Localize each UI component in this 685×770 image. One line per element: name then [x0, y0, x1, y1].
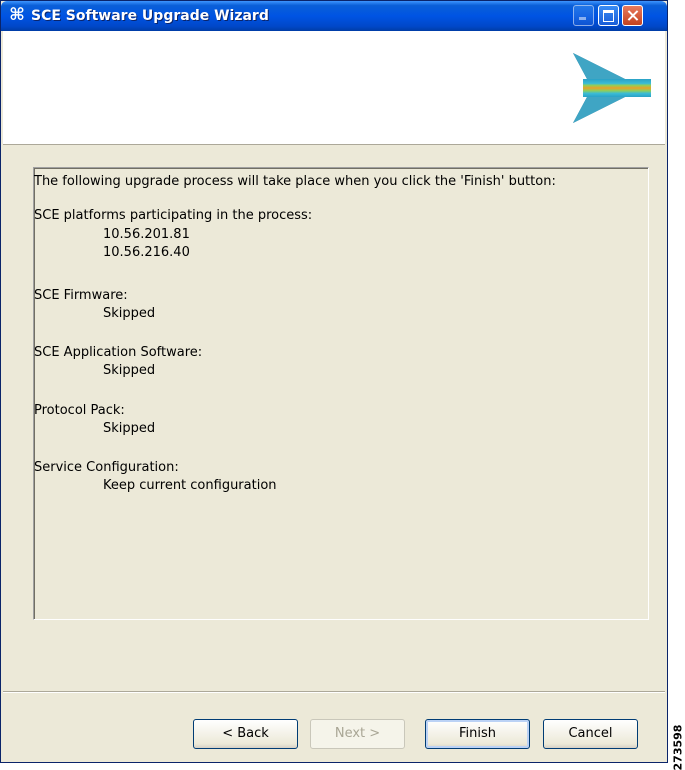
platforms-label: SCE platforms participating in the proce… [34, 208, 313, 223]
service-config-value: Keep current configuration [103, 478, 277, 493]
button-bar-separator [3, 691, 665, 693]
close-button[interactable] [622, 5, 643, 26]
service-config-label: Service Configuration: [34, 460, 179, 475]
app-software-label: SCE Application Software: [34, 345, 203, 360]
firmware-label: SCE Firmware: [34, 288, 128, 303]
figure-id: 273598 [669, 724, 685, 770]
app-icon: ⌘ [9, 5, 25, 25]
maximize-button[interactable] [598, 5, 619, 26]
cancel-button[interactable]: Cancel [543, 719, 638, 749]
minimize-button[interactable] [573, 5, 594, 26]
upgrade-summary-panel: The following upgrade process will take … [33, 167, 649, 620]
protocol-pack-label: Protocol Pack: [34, 403, 125, 418]
wizard-banner-icon [573, 53, 651, 123]
protocol-pack-value: Skipped [103, 421, 156, 436]
platform-ip: 10.56.201.81 [103, 227, 190, 242]
title-bar[interactable]: ⌘ SCE Software Upgrade Wizard [1, 1, 667, 31]
wizard-window: ⌘ SCE Software Upgrade Wizard The follow… [0, 0, 668, 763]
window-title: SCE Software Upgrade Wizard [31, 8, 269, 24]
back-button[interactable]: < Back [193, 719, 298, 749]
firmware-value: Skipped [103, 306, 156, 321]
platform-ip: 10.56.216.40 [103, 245, 190, 260]
app-software-value: Skipped [103, 363, 156, 378]
summary-intro: The following upgrade process will take … [34, 174, 556, 189]
figure-id-text: 273598 [671, 724, 685, 770]
finish-button[interactable]: Finish [425, 719, 530, 749]
wizard-header [3, 31, 665, 145]
next-button[interactable]: Next > [310, 719, 405, 749]
